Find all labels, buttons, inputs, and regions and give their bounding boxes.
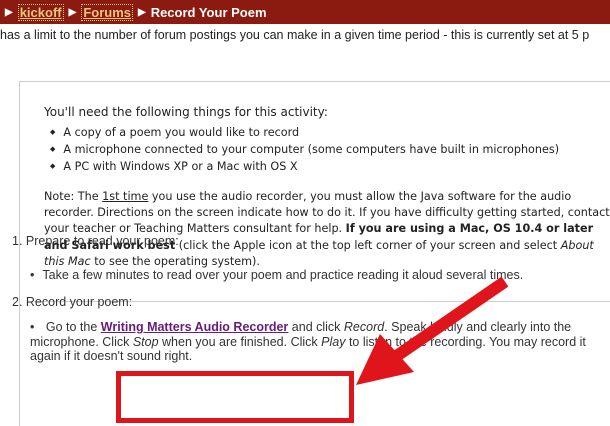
step-prepare-instruction: Take a few minutes to read over your poe… xyxy=(30,268,523,282)
breadcrumb-arrow-icon: ▶ xyxy=(68,6,77,18)
instruction-text: and click xyxy=(288,320,344,334)
breadcrumb-link-kickoff[interactable]: kickoff xyxy=(17,3,64,21)
instruction-text: when you are finished. Click xyxy=(158,334,322,349)
stop-word: Stop xyxy=(132,334,159,349)
requirement-item: A microphone connected to your computer … xyxy=(50,141,559,158)
step-record: 2. Record your poem: xyxy=(12,295,133,309)
audio-recorder-link[interactable]: Writing Matters Audio Recorder xyxy=(101,320,289,334)
note-text: to see the operating system). xyxy=(90,254,260,268)
posting-limit-notice: has a limit to the number of forum posti… xyxy=(0,28,590,42)
note-text: (click the Apple icon at the top left co… xyxy=(175,238,561,252)
note-first-time: 1st time xyxy=(102,190,149,203)
breadcrumb-link-forums[interactable]: Forums xyxy=(81,3,133,21)
step-record-instruction: Go to the Writing Matters Audio Recorder… xyxy=(30,320,596,364)
record-word: Record xyxy=(343,320,385,334)
note-prefix: Note: The xyxy=(44,190,103,203)
instruction-text: Go to the xyxy=(45,320,101,334)
requirement-item: A PC with Windows XP or a Mac with OS X xyxy=(50,158,559,175)
breadcrumb-current-page: Record Your Poem xyxy=(150,4,267,20)
requirements-list: A copy of a poem you would like to recor… xyxy=(50,124,559,175)
java-note: Note: The 1st time you use the audio rec… xyxy=(44,189,610,270)
breadcrumb-arrow-icon: ▶ xyxy=(5,6,13,18)
activity-content-panel: You'll need the following things for thi… xyxy=(19,81,610,426)
breadcrumb-arrow-icon: ▶ xyxy=(137,6,146,18)
step-prepare: 1. Prepare to read your poem: xyxy=(12,234,179,248)
requirements-heading: You'll need the following things for thi… xyxy=(44,105,328,119)
breadcrumb: ▶ kickoff ▶ Forums ▶ Record Your Poem xyxy=(0,0,610,24)
requirement-item: A copy of a poem you would like to recor… xyxy=(50,124,559,141)
play-word: Play xyxy=(321,334,346,349)
